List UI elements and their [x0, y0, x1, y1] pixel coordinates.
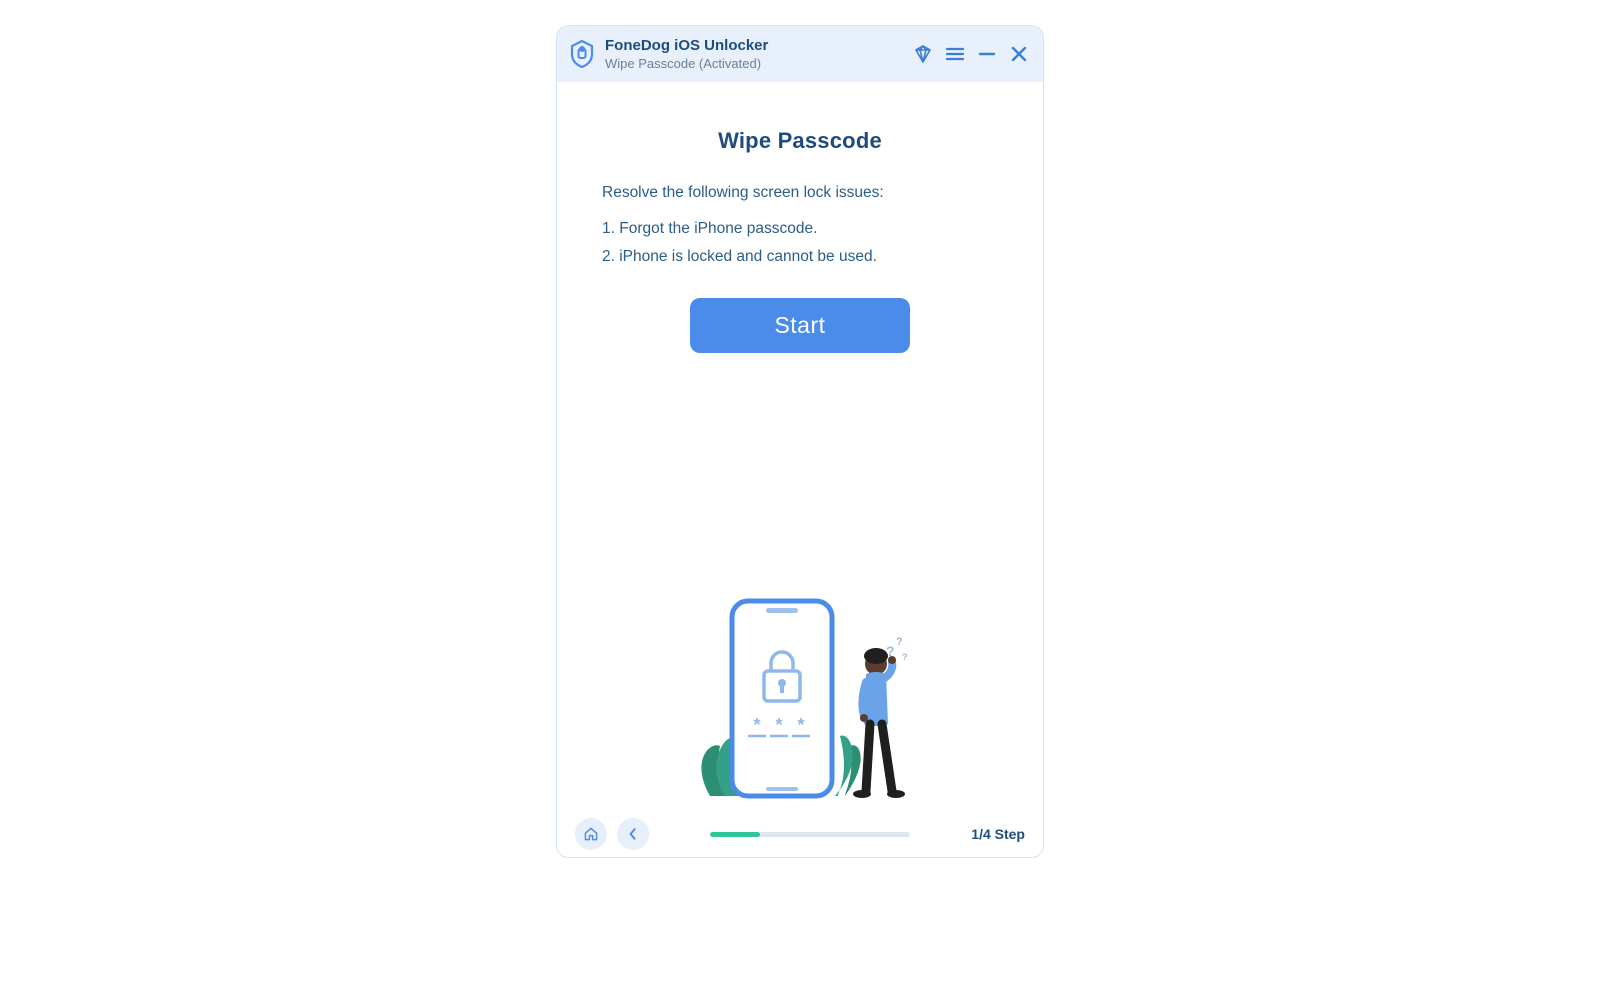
svg-text:?: ? — [886, 643, 895, 659]
progress-wrap — [659, 832, 961, 837]
svg-text:?: ? — [902, 652, 908, 662]
app-logo-icon — [569, 39, 595, 69]
window-controls — [913, 44, 1029, 64]
svg-text:?: ? — [896, 636, 903, 648]
minimize-icon[interactable] — [977, 44, 997, 64]
content-area: Wipe Passcode Resolve the following scre… — [557, 82, 1043, 811]
svg-text:*: * — [797, 715, 804, 735]
step-label: 1/4 Step — [971, 826, 1025, 842]
locked-phone-illustration: * * * ? ? ? — [557, 591, 1043, 811]
app-subtitle: Wipe Passcode (Activated) — [605, 56, 903, 73]
lead-text: Resolve the following screen lock issues… — [602, 184, 998, 202]
home-icon — [583, 826, 599, 842]
issue-item-1: 1. Forgot the iPhone passcode. — [602, 220, 998, 238]
diamond-icon[interactable] — [913, 44, 933, 64]
title-text-block: FoneDog iOS Unlocker Wipe Passcode (Acti… — [605, 36, 903, 72]
chevron-left-icon — [625, 826, 641, 842]
menu-icon[interactable] — [945, 44, 965, 64]
footer-bar: 1/4 Step — [557, 811, 1043, 857]
close-icon[interactable] — [1009, 44, 1029, 64]
start-button[interactable]: Start — [690, 298, 910, 353]
svg-text:*: * — [775, 715, 782, 735]
svg-text:*: * — [753, 715, 760, 735]
home-button[interactable] — [575, 818, 607, 850]
step-progress-bar — [710, 832, 910, 837]
titlebar: FoneDog iOS Unlocker Wipe Passcode (Acti… — [557, 26, 1043, 82]
step-progress-fill — [710, 832, 760, 837]
app-window: FoneDog iOS Unlocker Wipe Passcode (Acti… — [556, 25, 1044, 858]
issue-item-2: 2. iPhone is locked and cannot be used. — [602, 248, 998, 266]
page-heading: Wipe Passcode — [602, 128, 998, 154]
back-button[interactable] — [617, 818, 649, 850]
app-title: FoneDog iOS Unlocker — [605, 36, 903, 56]
